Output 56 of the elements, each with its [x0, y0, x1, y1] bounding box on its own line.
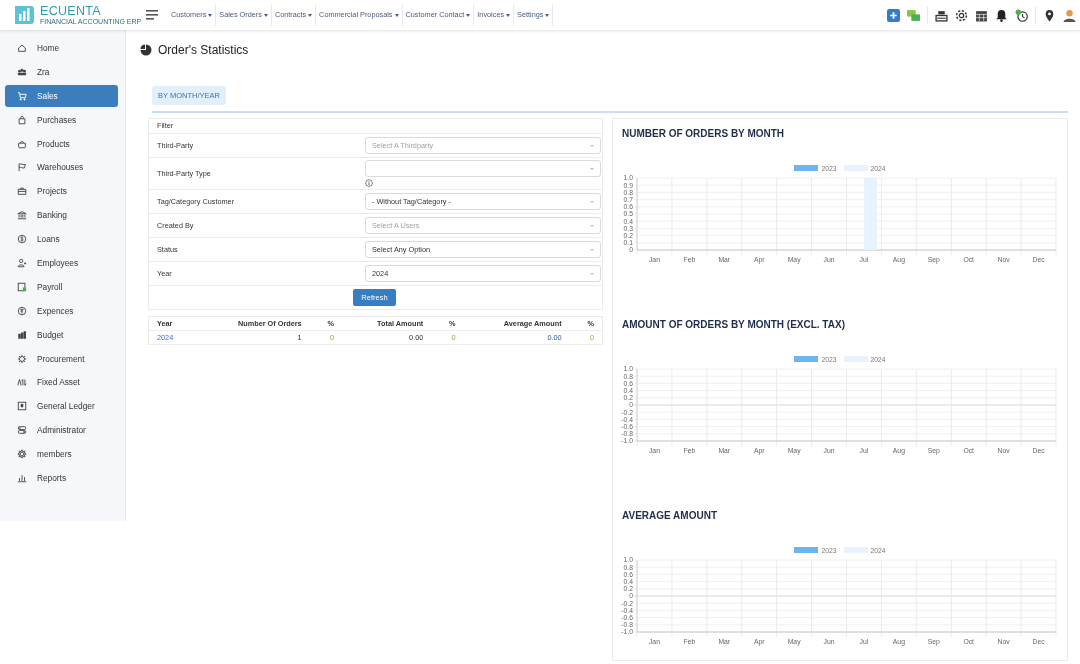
cash-register-icon[interactable]: [935, 8, 948, 22]
chart-bar: [863, 178, 877, 250]
sidebar-item[interactable]: Loans: [5, 228, 118, 251]
page-title: Order's Statistics: [158, 43, 249, 57]
sidebar-item[interactable]: Sales: [5, 84, 118, 107]
cog-icon: [17, 449, 27, 460]
sidebar-item[interactable]: Employees: [5, 252, 118, 274]
sidebar-item[interactable]: General Ledger: [5, 395, 118, 418]
sidebar-item[interactable]: members: [5, 443, 118, 466]
cart-icon: [17, 90, 27, 101]
calendar-icon[interactable]: [975, 8, 988, 22]
gear-icon: [17, 353, 27, 364]
dollar-icon: [17, 234, 27, 245]
sidebar-item[interactable]: Zra: [5, 60, 118, 83]
select-field[interactable]: [365, 160, 601, 177]
group-icon: [17, 66, 27, 77]
logo-text: ECUENTA: [40, 4, 102, 18]
home-icon: [17, 43, 27, 53]
bank-icon: [17, 210, 27, 221]
settings-icon[interactable]: [955, 8, 968, 22]
chart-title: AVERAGE AMOUNT: [622, 510, 718, 522]
sidebar-item[interactable]: Budget: [5, 323, 118, 346]
location-pin-icon[interactable]: [1043, 8, 1056, 22]
sidebar-item[interactable]: Projects: [5, 180, 118, 203]
bar-chart-icon: [17, 473, 27, 484]
sidebar-item[interactable]: Expences: [5, 299, 118, 322]
sidebar-item[interactable]: Procurement: [5, 347, 118, 370]
menu-icon[interactable]: [146, 10, 158, 20]
sidebar-item[interactable]: Fixed Asset: [5, 371, 118, 394]
add-button[interactable]: [887, 8, 900, 22]
sidebar-item[interactable]: Purchases: [5, 108, 118, 131]
sidebar-item[interactable]: Administrator: [5, 419, 118, 442]
payslip-icon: [17, 281, 27, 292]
basket-icon: [17, 138, 27, 149]
toggle-icon: [17, 425, 27, 436]
chart-title: NUMBER OF ORDERS BY MONTH: [622, 128, 786, 140]
briefcase-icon: [17, 186, 27, 197]
chat-icon[interactable]: [907, 8, 920, 22]
people-icon: [17, 258, 27, 268]
pie-chart-icon: [140, 44, 152, 56]
sidebar-item[interactable]: Reports: [5, 467, 118, 490]
bag-icon: [17, 114, 27, 125]
coin-icon: [17, 305, 27, 316]
bell-icon[interactable]: [995, 8, 1008, 22]
logo-icon: [12, 4, 37, 26]
sidebar-item[interactable]: Warehouses: [5, 156, 118, 179]
ledger-icon: [17, 401, 27, 412]
sidebar-item[interactable]: Products: [5, 132, 118, 155]
sidebar-item[interactable]: Home: [5, 37, 118, 59]
user-avatar-icon[interactable]: [1063, 8, 1076, 22]
flag-icon: [17, 162, 27, 173]
sidebar-item[interactable]: Payroll: [5, 275, 118, 298]
chart-title: AMOUNT OF ORDERS BY MONTH (EXCL. TAX): [622, 319, 846, 331]
stack-icon: [17, 329, 27, 340]
clock-icon[interactable]: [1015, 8, 1028, 22]
sidebar-item[interactable]: Banking: [5, 204, 118, 227]
